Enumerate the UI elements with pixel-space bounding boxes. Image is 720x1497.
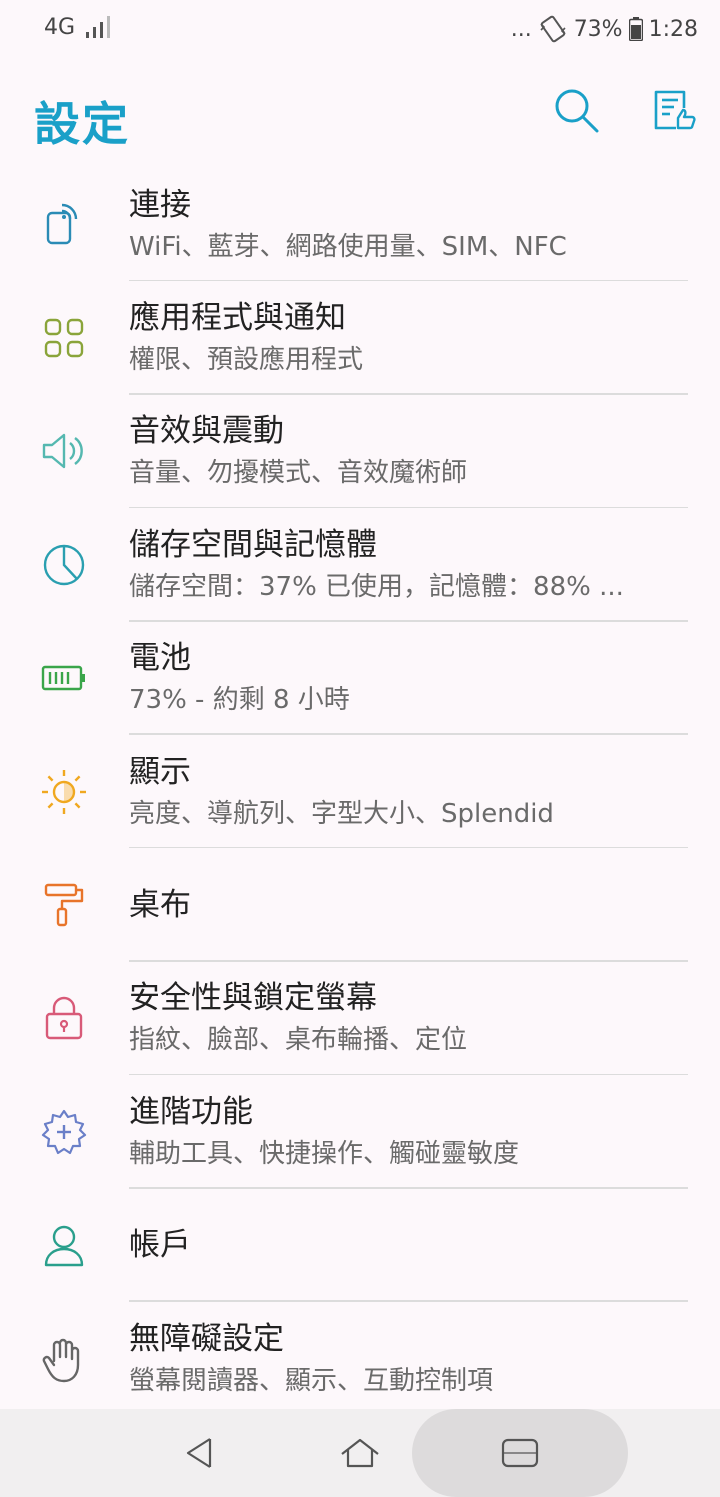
battery-icon: [40, 654, 88, 702]
back-button[interactable]: [160, 1409, 240, 1497]
feedback-button[interactable]: [650, 86, 698, 134]
navigation-bar: [0, 1409, 720, 1497]
settings-item-title: 桌布: [129, 887, 191, 924]
document-thumbs-up-icon: [654, 90, 696, 130]
settings-item-subtitle: WiFi、藍芽、網路使用量、SIM、NFC: [129, 231, 567, 262]
settings-item-title: 應用程式與通知: [129, 300, 346, 337]
network-type: 4G: [44, 14, 76, 40]
page-title: 設定: [34, 97, 130, 151]
speaker-icon: [40, 427, 88, 475]
back-icon: [186, 1438, 212, 1468]
home-icon: [341, 1438, 379, 1468]
settings-item-subtitle: 螢幕閱讀器、顯示、互動控制項: [129, 1365, 494, 1396]
settings-item-title: 顯示: [129, 753, 191, 790]
settings-item-apps[interactable]: 應用程式與通知 權限、預設應用程式: [0, 281, 720, 395]
gear-plus-icon: [40, 1108, 88, 1156]
settings-item-title: 電池: [129, 640, 191, 677]
search-icon: [555, 89, 599, 133]
status-left: 4G: [44, 14, 113, 40]
settings-item-subtitle: 亮度、導航列、字型大小、Splendid: [129, 798, 554, 829]
status-bar: 4G ... 73% 1:28: [0, 0, 720, 60]
settings-item-title: 進階功能: [129, 1093, 253, 1130]
settings-item-title: 安全性與鎖定螢幕: [129, 980, 377, 1017]
vibrate-icon: [540, 15, 566, 43]
settings-list: 連接 WiFi、藍芽、網路使用量、SIM、NFC 應用程式與通知 權限、預設應用…: [0, 168, 720, 1415]
signal-icon: [86, 16, 111, 38]
overflow-dots: ...: [510, 16, 532, 42]
app-bar: 設定: [0, 70, 720, 160]
settings-item-sound[interactable]: 音效與震動 音量、勿擾模式、音效魔術師: [0, 395, 720, 509]
recents-icon: [501, 1438, 539, 1468]
settings-item-subtitle: 儲存空間：37% 已使用，記憶體：88% ...: [129, 571, 624, 602]
settings-item-advanced[interactable]: 進階功能 輔助工具、快捷操作、觸碰靈敏度: [0, 1075, 720, 1189]
battery-percent: 73%: [573, 16, 623, 42]
lock-icon: [40, 994, 88, 1042]
settings-item-battery[interactable]: 電池 73% - 約剩 8 小時: [0, 622, 720, 735]
search-button[interactable]: [552, 86, 600, 134]
connection-icon: [40, 201, 88, 249]
settings-item-subtitle: 音量、勿擾模式、音效魔術師: [129, 458, 468, 489]
settings-item-subtitle: 輔助工具、快捷操作、觸碰靈敏度: [129, 1138, 520, 1169]
status-right: ... 73% 1:28: [511, 14, 698, 44]
battery-status-icon: [628, 17, 643, 41]
settings-item-storage[interactable]: 儲存空間與記憶體 儲存空間：37% 已使用，記憶體：88% ...: [0, 508, 720, 622]
home-button[interactable]: [320, 1409, 400, 1497]
pie-chart-icon: [40, 541, 88, 589]
clock: 1:28: [648, 16, 698, 42]
settings-item-connection[interactable]: 連接 WiFi、藍芽、網路使用量、SIM、NFC: [0, 168, 720, 282]
settings-item-title: 音效與震動: [129, 413, 284, 450]
brightness-icon: [40, 768, 88, 816]
settings-item-display[interactable]: 顯示 亮度、導航列、字型大小、Splendid: [0, 735, 720, 849]
settings-item-title: 儲存空間與記憶體: [129, 526, 377, 563]
paint-roller-icon: [40, 881, 88, 929]
settings-item-title: 無障礙設定: [129, 1320, 284, 1357]
hand-icon: [40, 1335, 88, 1383]
settings-item-security[interactable]: 安全性與鎖定螢幕 指紋、臉部、桌布輪播、定位: [0, 962, 720, 1076]
settings-item-title: 帳戶: [129, 1227, 191, 1264]
settings-item-accessibility[interactable]: 無障礙設定 螢幕閱讀器、顯示、互動控制項: [0, 1302, 720, 1415]
person-icon: [40, 1221, 88, 1269]
settings-item-subtitle: 指紋、臉部、桌布輪播、定位: [129, 1025, 468, 1056]
settings-item-wallpaper[interactable]: 桌布: [0, 848, 720, 962]
settings-item-subtitle: 73% - 約剩 8 小時: [129, 685, 350, 716]
settings-item-subtitle: 權限、預設應用程式: [129, 345, 364, 376]
apps-grid-icon: [40, 314, 88, 362]
recents-button[interactable]: [480, 1409, 560, 1497]
settings-item-title: 連接: [129, 186, 191, 223]
settings-item-accounts[interactable]: 帳戶: [0, 1189, 720, 1302]
